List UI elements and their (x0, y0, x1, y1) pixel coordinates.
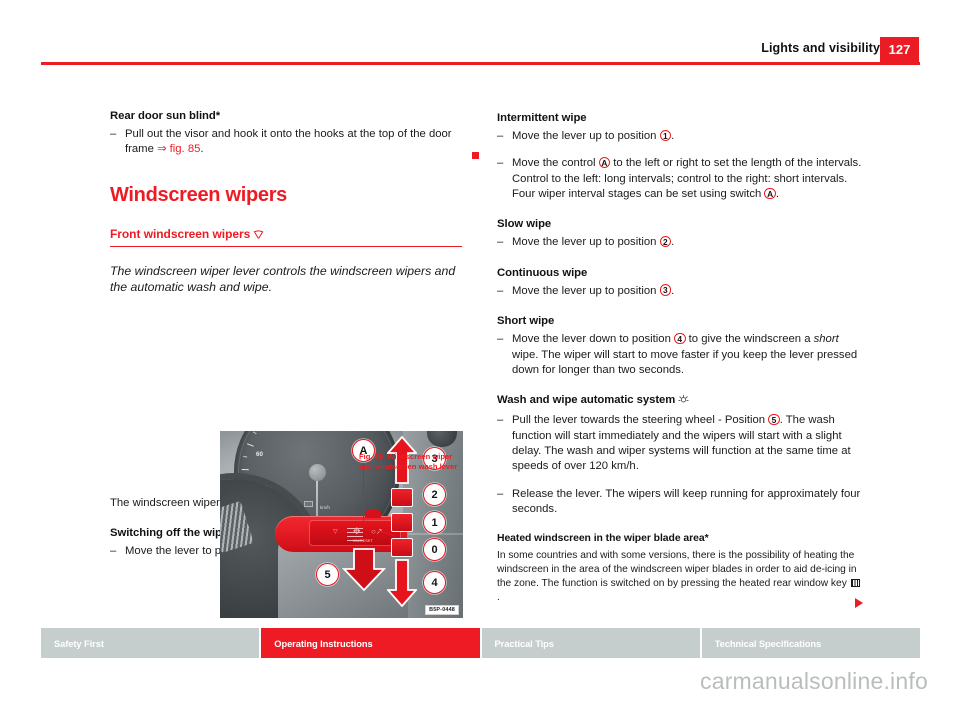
figure-86-caption: Fig. 86 Windscreen wiper and windscreen … (359, 452, 462, 472)
callout-a-second: A (764, 187, 776, 200)
short-wipe-emphasis: short (813, 333, 839, 346)
wash-wipe-b2-text: Release the lever. The wipers will keep … (512, 487, 861, 516)
heated-windscreen-heading: Heated windscreen in the wiper blade are… (497, 533, 709, 545)
wash-wipe-heading: Wash and wipe automatic system (497, 394, 862, 408)
steering-wheel-trim (220, 500, 254, 554)
continuous-wipe-before: Move the lever up to position (512, 284, 660, 297)
footer-tab-technical-specifications[interactable]: Technical Specifications (701, 628, 920, 658)
arrow-down-icon (386, 559, 418, 612)
slow-wipe-heading: Slow wipe (497, 218, 552, 231)
heated-windscreen-text: In some countries and with some versions… (497, 549, 862, 605)
gauge-number: 60 (256, 451, 263, 458)
bullet-dash: – (497, 487, 504, 500)
lever-stub (365, 510, 381, 518)
heated-text-after: . (497, 592, 500, 604)
lever-washer-symbol: ✥ (353, 526, 361, 536)
wash-wipe-bullet-2: – Release the lever. The wipers will kee… (497, 487, 862, 518)
wash-wipe-b1-before: Pull the lever towards the steering whee… (512, 414, 769, 427)
bullet-dash: – (497, 236, 504, 249)
continuous-wipe-bullet: – Move the lever up to position 3. (497, 284, 862, 299)
footer-tab-safety-first[interactable]: Safety First (41, 628, 262, 658)
wiper-intro-text: The windscreen wiper lever controls the … (110, 263, 456, 295)
short-wipe-bullet: – Move the lever down to position 4 to g… (497, 332, 862, 378)
wash-wipe-bullet-1: – Pull the lever towards the steering wh… (497, 413, 862, 474)
figure-callout-5: 5 (316, 563, 339, 586)
figure-callout-0: 0 (423, 538, 446, 561)
continuous-wipe-heading: Continuous wipe (497, 266, 588, 279)
lever-detent-square (391, 488, 413, 507)
footer-tabs: Safety First Operating Instructions Prac… (41, 628, 920, 658)
bullet-dash: – (497, 414, 504, 427)
intermittent-b2-before: Move the control (512, 157, 599, 170)
left-column: Rear door sun blind* – Pull out the viso… (110, 110, 463, 618)
rear-blind-bullet-text: Pull out the visor and hook it onto the … (125, 127, 462, 158)
slow-wipe-before: Move the lever up to position (512, 236, 660, 249)
rear-blind-bullet: – Pull out the visor and hook it onto th… (110, 127, 462, 158)
short-wipe-after: wipe. The wiper will start to move faste… (512, 348, 858, 376)
intermittent-bullet-1: – Move the lever up to position 1. (497, 129, 862, 144)
gauge-unit-label: km/h (320, 505, 330, 510)
slow-wipe-bullet: – Move the lever up to position 2. (497, 235, 862, 250)
short-wipe-heading: Short wipe (497, 315, 555, 328)
intermittent-wipe-heading: Intermittent wipe (497, 112, 587, 124)
arrow-down-pull-icon (340, 547, 388, 596)
right-column: Intermittent wipe – Move the lever up to… (497, 112, 862, 605)
continuous-wipe-after: . (671, 284, 675, 297)
figure-85-xref[interactable]: ⇒ fig. 85 (157, 143, 200, 155)
short-wipe-before: Move the lever down to position (512, 333, 675, 346)
figure-caption-label: Fig. 86 (359, 452, 384, 461)
rear-window-defrost-icon (850, 579, 860, 588)
bullet-dash: – (110, 545, 117, 558)
heated-text-before: In some countries and with some versions… (497, 550, 857, 590)
slow-wipe-after: . (671, 236, 675, 249)
footer-tab-practical-tips[interactable]: Practical Tips (481, 628, 702, 658)
bullet-dash: – (497, 157, 504, 170)
wiper-icon (253, 229, 264, 243)
end-of-section-marker (472, 152, 479, 159)
rear-blind-bullet-suffix: . (200, 143, 204, 156)
gauge-tick (241, 468, 249, 471)
washer-icon (678, 394, 689, 408)
section-title-windscreen-wipers: Windscreen wipers (110, 183, 287, 206)
lever-detent-square (391, 513, 413, 532)
rear-blind-heading: Rear door sun blind* (110, 110, 221, 122)
front-windscreen-wipers-heading: Front windscreen wipers (110, 227, 462, 247)
lever-wiper-symbol: ▽ (333, 529, 338, 535)
gauge-hub (308, 463, 326, 481)
front-windscreen-wipers-label: Front windscreen wipers (110, 226, 251, 241)
page-number-badge: 127 (880, 37, 919, 62)
bullet-dash: – (497, 284, 504, 297)
page-title: Lights and visibility (761, 41, 880, 55)
intermittent-bullet-2: – Move the control A to the left or righ… (497, 156, 862, 202)
callout-5: 5 (768, 413, 780, 426)
wash-wipe-label: Wash and wipe automatic system (497, 394, 676, 407)
callout-3: 3 (659, 284, 672, 296)
continuation-marker-icon (855, 598, 863, 608)
callout-1: 1 (659, 129, 672, 141)
intermittent-b2-after: . (775, 188, 780, 201)
figure-callout-2: 2 (423, 483, 446, 506)
intermittent-b1-after: . (671, 130, 675, 142)
footer-tab-operating-instructions[interactable]: Operating Instructions (261, 628, 482, 658)
figure-callout-4: 4 (423, 571, 446, 594)
figure-image-code: B5P-0448 (425, 605, 459, 615)
short-wipe-mid: to give the windscreen a (685, 333, 814, 346)
bullet-dash: – (110, 128, 117, 140)
callout-4: 4 (674, 332, 686, 345)
lever-detent-square (391, 538, 413, 557)
callout-2: 2 (659, 235, 672, 248)
bullet-dash: – (497, 130, 504, 142)
lever-onreset-label: ON/RESET (353, 539, 373, 543)
callout-a-first: A (598, 156, 611, 169)
odometer-display (304, 501, 313, 507)
bullet-dash: – (497, 333, 504, 346)
header-divider (41, 62, 920, 65)
site-watermark: carmanualsonline.info (700, 668, 928, 694)
intermittent-b1-before: Move the lever up to position (512, 130, 660, 142)
page-header: Lights and visibility 127 (0, 0, 960, 80)
figure-callout-1: 1 (423, 511, 446, 534)
